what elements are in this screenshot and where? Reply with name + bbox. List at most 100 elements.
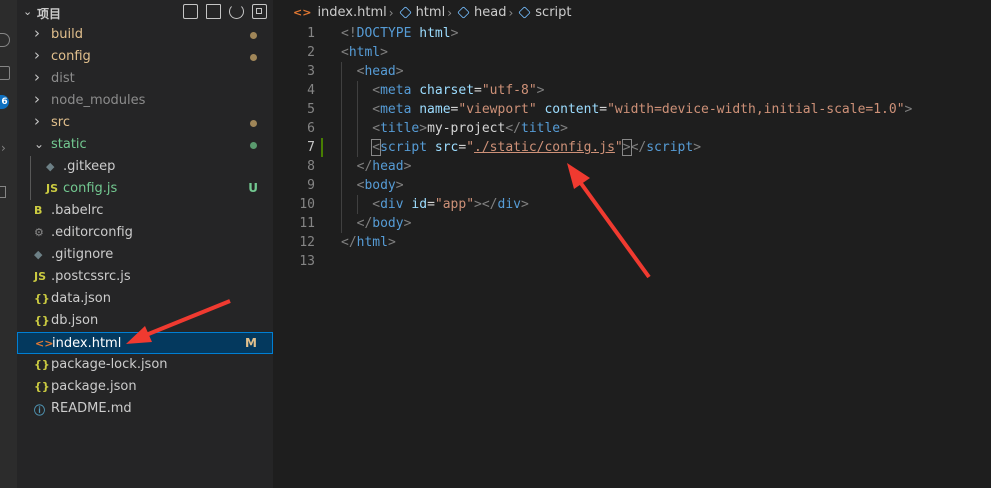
code-text: <html> (341, 43, 388, 62)
tree-file-babelrc[interactable]: B .babelrc (17, 200, 273, 222)
code-line[interactable]: 6 <title>my-project</title> (273, 119, 991, 138)
code-editor[interactable]: 1 <!DOCTYPE html> 2 <html> 3 <head> 4 <meta cha… (273, 24, 991, 271)
tree-file-editorconfig[interactable]: ⚙ .editorconfig (17, 222, 273, 244)
line-number: 6 (307, 121, 315, 136)
tree-file-postcssrc-js[interactable]: JS .postcssrc.js (17, 266, 273, 288)
tree-folder-config[interactable]: › config (17, 46, 273, 68)
code-token: src (434, 140, 459, 155)
code-line[interactable]: 7 <script src="./static/config.js"></scri… (273, 138, 991, 157)
code-token: > (536, 83, 545, 98)
tree-item-label: build (51, 27, 83, 42)
tree-item-label: .postcssrc.js (51, 269, 131, 284)
tree-item-label: .gitkeep (63, 159, 116, 174)
code-token: <! (341, 26, 357, 41)
code-token: ./static/config.js (474, 140, 615, 155)
code-text: <meta charset="utf-8"> (372, 81, 544, 100)
tree-folder-static[interactable]: ⌄ static (17, 134, 273, 156)
git-status-badge: U (248, 181, 258, 195)
tree-folder-src[interactable]: › src (17, 112, 273, 134)
code-line[interactable]: 8 </head> (273, 157, 991, 176)
git-status-dot (250, 54, 257, 61)
indent-guide (341, 176, 342, 195)
tree-file-package-json[interactable]: {} package.json (17, 376, 273, 398)
code-token: body (364, 178, 396, 193)
tree-file-readme-md[interactable]: ⓘ README.md (17, 398, 273, 420)
tree-file-data-json[interactable]: {} data.json (17, 288, 273, 310)
explorer-title[interactable]: 项目 (37, 5, 61, 22)
tree-item-label: .editorconfig (51, 225, 133, 240)
extensions-icon[interactable] (0, 186, 6, 198)
code-token: " (614, 140, 623, 155)
code-token: </ (630, 140, 647, 155)
search-icon[interactable] (0, 33, 10, 47)
code-token: charset (419, 83, 475, 98)
source-control-badge: 6 (0, 95, 9, 109)
code-token: html (356, 235, 388, 250)
code-token: html (419, 26, 451, 41)
tree-file-package-lock-json[interactable]: {} package-lock.json (17, 354, 273, 376)
line-number: 4 (307, 83, 315, 98)
chevron-down-icon[interactable]: ⌄ (23, 5, 32, 18)
code-line[interactable]: 13 (273, 252, 991, 271)
code-token: id (411, 197, 428, 212)
tree-folder-build[interactable]: › build (17, 24, 273, 46)
source-control-icon[interactable] (0, 66, 10, 80)
code-line[interactable]: 4 <meta charset="utf-8"> (273, 81, 991, 100)
code-line[interactable]: 11 </body> (273, 214, 991, 233)
code-line[interactable]: 1 <!DOCTYPE html> (273, 24, 991, 43)
file-type-icon: {} (34, 380, 50, 393)
new-file-icon[interactable] (183, 4, 198, 19)
code-token: = (474, 83, 482, 98)
code-line[interactable]: 10 <div id="app"></div> (273, 195, 991, 214)
code-token: div (380, 197, 404, 212)
tree-item-label: static (51, 137, 87, 152)
code-token: head (364, 64, 396, 79)
code-token: = (427, 197, 435, 212)
tree-file-index-html[interactable]: <> index.html M (17, 332, 273, 354)
refresh-icon[interactable] (229, 4, 244, 19)
git-status-badge: M (245, 336, 257, 350)
code-token: > (621, 139, 632, 156)
code-token: DOCTYPE (356, 26, 412, 41)
tree-file-db-json[interactable]: {} db.json (17, 310, 273, 332)
tree-item-label: config.js (63, 181, 118, 196)
collapse-all-icon[interactable] (252, 4, 267, 19)
tree-file-gitignore[interactable]: ◆ .gitignore (17, 244, 273, 266)
breadcrumb-script[interactable]: script (535, 5, 571, 20)
tree-file-gitkeep[interactable]: ◆ .gitkeep (17, 156, 273, 178)
symbol-cube-icon (398, 6, 412, 19)
chevron-right-icon: › (34, 90, 40, 108)
code-token: script (380, 140, 428, 155)
code-line[interactable]: 12 </html> (273, 233, 991, 252)
code-line[interactable]: 9 <body> (273, 176, 991, 195)
code-token: ></ (474, 197, 498, 212)
tree-item-label: .gitignore (51, 247, 114, 262)
line-number: 7 (307, 140, 315, 155)
tree-item-label: index.html (52, 336, 122, 351)
breadcrumb-file[interactable]: index.html (317, 5, 386, 20)
breadcrumb-html[interactable]: html (416, 5, 446, 20)
tree-folder-dist[interactable]: › dist (17, 68, 273, 90)
tree-folder-node-modules[interactable]: › node_modules (17, 90, 273, 112)
file-type-icon: JS (46, 182, 59, 195)
breadcrumb: <> index.html › html › head › script (293, 5, 572, 20)
code-token: "width=device-width,initial-scale=1.0" (607, 102, 905, 117)
code-line[interactable]: 3 <head> (273, 62, 991, 81)
tree-item-label: .babelrc (51, 203, 104, 218)
code-text: </body> (357, 214, 412, 233)
code-line[interactable]: 2 <html> (273, 43, 991, 62)
editor-pane: <> index.html › html › head › script 1 <!DOCTYPE… (273, 0, 991, 488)
code-line[interactable]: 5 <meta name="viewport" content="width=de… (273, 100, 991, 119)
tree-item-label: package-lock.json (51, 357, 168, 372)
run-debug-icon[interactable]: › (1, 141, 6, 155)
file-type-icon: ⚙ (34, 226, 44, 239)
git-modified-gutter (321, 138, 323, 157)
tree-file-config-js[interactable]: JS config.js U (17, 178, 273, 200)
code-token: > (693, 140, 702, 155)
git-status-dot (250, 120, 257, 127)
new-folder-icon[interactable] (206, 4, 221, 19)
activity-bar: 6 › (0, 0, 17, 488)
breadcrumb-head[interactable]: head (474, 5, 506, 20)
code-token: html (348, 45, 381, 60)
code-token: > (380, 45, 388, 60)
